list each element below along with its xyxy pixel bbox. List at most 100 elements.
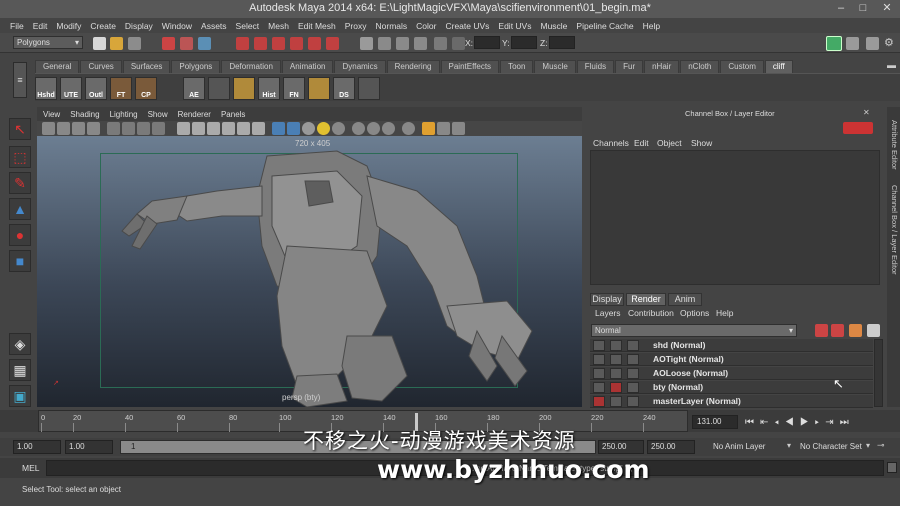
shelf-tab-nhair[interactable]: nHair (644, 60, 680, 73)
wireframe-icon[interactable] (177, 122, 190, 135)
layer-row[interactable]: AOTight (Normal) (590, 353, 873, 366)
select-component-icon[interactable] (198, 37, 211, 50)
x-field[interactable] (474, 36, 500, 49)
toggle-attribute-editor-icon[interactable] (826, 36, 842, 51)
play-forward-icon[interactable]: ▶ (800, 417, 815, 428)
construction-history-icon[interactable] (360, 37, 373, 50)
menu-assets[interactable]: Assets (201, 21, 227, 31)
channel-box-tab[interactable]: Channel Box / Layer Editor (888, 182, 899, 277)
play-backward-icon[interactable]: ◀ (785, 417, 800, 428)
shelf-button-ae[interactable]: AE (183, 77, 205, 100)
gate-mask-icon[interactable] (152, 122, 165, 135)
chevron-down-icon[interactable]: ▾ (866, 441, 870, 450)
film-gate-icon[interactable] (122, 122, 135, 135)
shelf-tab-dynamics[interactable]: Dynamics (334, 60, 386, 73)
smooth-shade-icon[interactable] (192, 122, 205, 135)
snap-curve-icon[interactable] (254, 37, 267, 50)
ipr-render-icon[interactable] (396, 37, 409, 50)
render-settings-icon[interactable] (414, 37, 427, 50)
menu-muscle[interactable]: Muscle (540, 21, 567, 31)
menu-window[interactable]: Window (162, 21, 192, 31)
shelf-button-hist[interactable]: Hist (258, 77, 280, 100)
step-back-icon[interactable]: ◂ (774, 417, 785, 428)
viewport-menu-view[interactable]: View (43, 110, 60, 119)
shelf-menu-icon[interactable]: ▬ (887, 60, 896, 70)
render-frame-icon[interactable] (378, 37, 391, 50)
bookmark-icon[interactable] (72, 122, 85, 135)
select-object-icon[interactable] (180, 37, 193, 50)
save-scene-icon[interactable] (128, 37, 141, 50)
layers-menu-options[interactable]: Options (680, 308, 709, 318)
perspective-viewport[interactable]: 720 x 405 ↗ persp (bty) (37, 136, 582, 407)
menu-create[interactable]: Create (90, 21, 116, 31)
mel-label[interactable]: MEL (22, 463, 39, 473)
shelf-button-hshd[interactable]: Hshd (35, 77, 57, 100)
viewport-menu-renderer[interactable]: Renderer (178, 110, 211, 119)
menuset-dropdown[interactable]: Polygons ▾ (13, 36, 83, 49)
presets-toggle-icon[interactable] (627, 382, 639, 393)
new-layer-selected-icon[interactable] (831, 324, 844, 337)
isolate-select-icon[interactable] (352, 122, 365, 135)
channel-box-tools-icon[interactable] (843, 122, 873, 134)
hud-icon[interactable] (437, 122, 450, 135)
layer-row[interactable]: shd (Normal) (590, 339, 873, 352)
presets-toggle-icon[interactable] (627, 396, 639, 407)
snap-surface-icon[interactable] (308, 37, 321, 50)
recycle-toggle-icon[interactable] (610, 368, 622, 379)
presets-toggle-icon[interactable] (627, 354, 639, 365)
layer-tab-render[interactable]: Render (626, 293, 666, 306)
go-to-end-icon[interactable]: ⏭ (840, 417, 855, 428)
resolution-gate-icon[interactable] (137, 122, 150, 135)
menu-display[interactable]: Display (125, 21, 153, 31)
step-forward-icon[interactable]: ▸ (815, 417, 826, 428)
maximize-button[interactable]: □ (852, 1, 874, 15)
grid-tool-icon[interactable] (233, 77, 255, 100)
layers-menu-contribution[interactable]: Contribution (628, 308, 674, 318)
move-tool-icon[interactable]: ▲ (9, 198, 31, 220)
toggle-tool-settings-icon[interactable] (846, 37, 859, 50)
layer-attributes-icon[interactable] (867, 324, 880, 337)
hypershade-icon[interactable] (434, 37, 447, 50)
paint-select-icon[interactable]: ✎ (9, 172, 31, 194)
select-tool-icon[interactable]: ↖ (9, 118, 31, 140)
shelf-button-cp[interactable]: CP (135, 77, 157, 100)
recycle-toggle-icon[interactable] (610, 396, 622, 407)
shelf-tab-cliff[interactable]: cliff (764, 60, 793, 73)
viewport-menu-shading[interactable]: Shading (70, 110, 99, 119)
use-all-lights-icon[interactable] (252, 122, 265, 135)
minimize-button[interactable]: – (830, 1, 852, 15)
shelf-tab-fluids[interactable]: Fluids (576, 60, 615, 73)
shelf-button-outl[interactable]: Outl (85, 77, 107, 100)
xray-icon[interactable] (222, 122, 235, 135)
step-back-key-icon[interactable]: ⇤ (760, 417, 774, 428)
snap-point-icon[interactable] (272, 37, 285, 50)
layers-menu-help[interactable]: Help (716, 308, 733, 318)
menu-pipeline-cache[interactable]: Pipeline Cache (576, 21, 633, 31)
menu-normals[interactable]: Normals (376, 21, 408, 31)
camera-select-icon[interactable] (42, 122, 55, 135)
menu-color[interactable]: Color (416, 21, 436, 31)
wireframe-on-shaded-icon[interactable] (207, 122, 220, 135)
textured-icon[interactable] (237, 122, 250, 135)
shelf-options-icon[interactable]: ≡ (13, 62, 27, 98)
rotate-tool-icon[interactable]: ● (9, 224, 31, 246)
playback-end-field[interactable]: 250.00 (598, 440, 644, 454)
recycle-toggle-icon[interactable] (610, 354, 622, 365)
menu-help[interactable]: Help (643, 21, 660, 31)
shelf-tab-fur[interactable]: Fur (615, 60, 644, 73)
shading-ball-icon[interactable] (402, 122, 415, 135)
go-to-start-icon[interactable]: ⏮ (745, 417, 760, 428)
menu-create-uvs[interactable]: Create UVs (445, 21, 489, 31)
anim-layer-label[interactable]: No Anim Layer (713, 442, 765, 451)
character-set-label[interactable]: No Character Set (800, 442, 862, 451)
snap-magnet-icon[interactable] (326, 37, 339, 50)
recycle-toggle-icon[interactable] (610, 340, 622, 351)
render-toggle-icon[interactable] (593, 382, 605, 393)
new-scene-icon[interactable] (93, 37, 106, 50)
sphere-tool-icon[interactable] (358, 77, 380, 100)
select-hierarchy-icon[interactable] (162, 37, 175, 50)
shelf-tab-general[interactable]: General (35, 60, 80, 73)
chevron-down-icon[interactable]: ▾ (787, 441, 791, 450)
recycle-toggle-icon[interactable] (610, 382, 622, 393)
z-field[interactable] (549, 36, 575, 49)
